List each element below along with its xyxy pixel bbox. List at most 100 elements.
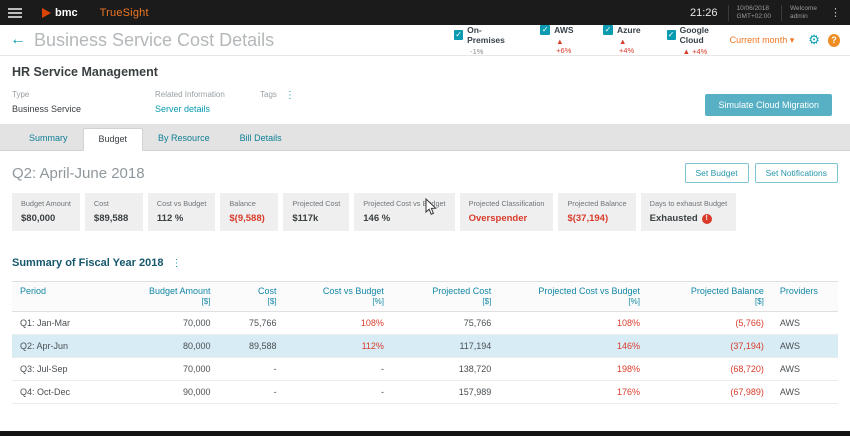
date-text: 10/06/2018 <box>736 4 770 12</box>
type-value: Business Service <box>12 104 82 114</box>
provider-delta: ▲ +4% <box>619 36 635 55</box>
metric-cost: Cost $89,588 <box>84 193 143 231</box>
col-projected-balance: Projected Balance [$] <box>647 281 772 312</box>
provider-label: Azure <box>617 24 641 35</box>
datetime: 10/06/2018 GMT+02:00 <box>727 4 771 21</box>
cell-cost: 75,766 <box>218 311 285 335</box>
cell-cost-vs: 108% <box>284 311 392 335</box>
metric-value: $117k <box>292 213 319 224</box>
metric-budget-amount: Budget Amount $80,000 <box>12 193 80 231</box>
cell-provider: AWS <box>771 380 838 404</box>
metric-label: Projected Cost <box>292 199 341 208</box>
fiscal-menu-icon[interactable]: ⋮ <box>171 258 181 269</box>
metric-projected-cost: Projected Cost $117k <box>283 193 350 231</box>
related-info-label: Related Information <box>155 90 225 99</box>
simulate-cloud-migration-button[interactable]: Simulate Cloud Migration <box>705 94 832 116</box>
table-row-q2[interactable]: Q2: Apr-Jun 80,000 89,588 112% 117,194 1… <box>12 334 838 358</box>
server-details-link[interactable]: Server details <box>155 104 260 114</box>
cell-cost-vs: - <box>284 380 392 404</box>
metric-label: Cost <box>93 199 109 208</box>
provider-filter-azure: ✓ Azure ▲ +4% <box>603 24 641 56</box>
tab-summary[interactable]: Summary <box>14 128 83 150</box>
metric-cards-row: Budget Amount $80,000 Cost $89,588 Cost … <box>0 193 850 231</box>
metric-value-text: Exhausted <box>649 213 698 224</box>
table-row-q4[interactable]: Q4: Oct-Dec 90,000 - - 157,989 176% (67,… <box>12 380 838 404</box>
cell-budget: 70,000 <box>127 311 219 335</box>
cell-period: Q1: Jan-Mar <box>12 311 128 335</box>
cell-projected-vs: 198% <box>499 357 648 381</box>
bmc-logo: bmc <box>42 7 78 19</box>
provider-filter-aws: ✓ AWS ▲ +6% <box>540 24 577 56</box>
set-budget-button[interactable]: Set Budget <box>684 163 749 183</box>
metric-label: Budget Amount <box>21 199 71 208</box>
cell-projected-balance: (5,766) <box>647 311 772 335</box>
gear-icon[interactable]: ⚙ <box>808 32 820 48</box>
cell-budget: 70,000 <box>127 357 219 381</box>
metric-value: $(37,194) <box>567 213 609 224</box>
metric-label: Projected Cost vs Budget <box>363 199 446 208</box>
col-projected-cost-vs-budget: Projected Cost vs Budget [%] <box>499 281 648 312</box>
tab-by-resource[interactable]: By Resource <box>143 128 225 150</box>
welcome-text: Welcome <box>790 4 817 12</box>
tab-bar: Summary Budget By Resource Bill Details <box>0 124 850 151</box>
warning-icon: ! <box>701 213 712 224</box>
set-notifications-button[interactable]: Set Notifications <box>754 163 838 183</box>
metric-label: Projected Classification <box>468 199 545 208</box>
col-period: Period <box>12 281 128 312</box>
provider-filter-on-premises: ✓ On-Premises -1% <box>454 25 514 56</box>
fiscal-year-table: Period Budget Amount [$] Cost [$] Cost vs … <box>12 281 838 404</box>
cell-projected-vs: 176% <box>499 380 648 404</box>
cell-provider: AWS <box>771 311 838 335</box>
period-selector-dropdown[interactable]: Current month ▾ <box>730 35 795 46</box>
col-budget-amount: Budget Amount [$] <box>127 281 219 312</box>
help-icon[interactable]: ? <box>827 33 840 47</box>
metric-label: Days to exhaust Budget <box>649 199 728 208</box>
cell-projected-cost: 138,720 <box>391 357 500 381</box>
cell-projected-vs: 146% <box>499 334 648 358</box>
tags-menu-icon[interactable]: ⋮ <box>285 90 295 101</box>
metric-label: Cost vs Budget <box>156 199 207 208</box>
cell-cost-vs: 112% <box>284 334 392 358</box>
azure-checkbox[interactable]: ✓ <box>603 24 613 35</box>
table-header-row: Period Budget Amount [$] Cost [$] Cost vs … <box>12 281 838 312</box>
metric-cost-vs-budget: Cost vs Budget 112 % <box>147 193 216 231</box>
quarter-title: Q2: April-June 2018 <box>12 164 145 182</box>
cell-budget: 90,000 <box>127 380 219 404</box>
provider-filter-google-cloud: ✓ Google Cloud ▲ +4% <box>666 25 730 56</box>
table-row-q3[interactable]: Q3: Jul-Sep 70,000 - - 138,720 198% (68,… <box>12 357 838 381</box>
cell-cost-vs: - <box>284 357 392 381</box>
col-cost: Cost [$] <box>218 281 285 312</box>
metric-projected-balance: Projected Balance $(37,194) <box>558 193 636 231</box>
metric-value: Exhausted ! <box>650 213 727 224</box>
tab-bill-details[interactable]: Bill Details <box>225 128 297 150</box>
col-projected-cost: Projected Cost [$] <box>391 281 500 312</box>
cell-projected-balance: (67,989) <box>647 380 772 404</box>
metric-value: 146 % <box>363 213 391 224</box>
col-cost-vs-budget: Cost vs Budget [%] <box>284 281 392 312</box>
page-header: ← Business Service Cost Details ✓ On-Pre… <box>0 24 850 56</box>
metric-balance: Balance $(9,588) <box>220 193 279 231</box>
hamburger-menu-icon[interactable] <box>6 7 28 18</box>
cell-cost: 89,588 <box>218 334 285 358</box>
col-providers: Providers <box>771 281 838 312</box>
tags-label: Tags <box>260 90 277 99</box>
product-name: TrueSight <box>99 6 149 19</box>
back-arrow-icon[interactable]: ← <box>10 32 26 48</box>
cell-period: Q4: Oct-Dec <box>12 380 128 404</box>
cell-projected-balance: (37,194) <box>647 334 772 358</box>
aws-checkbox[interactable]: ✓ <box>540 24 551 35</box>
topbar-overflow-menu-icon[interactable]: ⋮ <box>827 6 844 19</box>
metric-days-to-exhaust-budget: Days to exhaust Budget Exhausted ! <box>640 193 737 231</box>
provider-delta: ▲ +4% <box>682 46 708 56</box>
tab-budget[interactable]: Budget <box>82 128 144 151</box>
on-premises-checkbox[interactable]: ✓ <box>454 29 464 40</box>
fiscal-year-section: Summary of Fiscal Year 2018 ⋮ Period Bud… <box>0 231 850 404</box>
metric-value: $(9,588) <box>229 213 265 224</box>
clock: 21:26 <box>689 6 718 19</box>
welcome-block: Welcome admin <box>781 4 817 21</box>
metric-label: Projected Balance <box>567 199 627 208</box>
google-cloud-checkbox[interactable]: ✓ <box>666 29 676 40</box>
cell-period: Q2: Apr-Jun <box>12 334 128 358</box>
table-row-q1[interactable]: Q1: Jan-Mar 70,000 75,766 108% 75,766 10… <box>12 311 838 335</box>
metric-value: $89,588 <box>93 213 129 224</box>
